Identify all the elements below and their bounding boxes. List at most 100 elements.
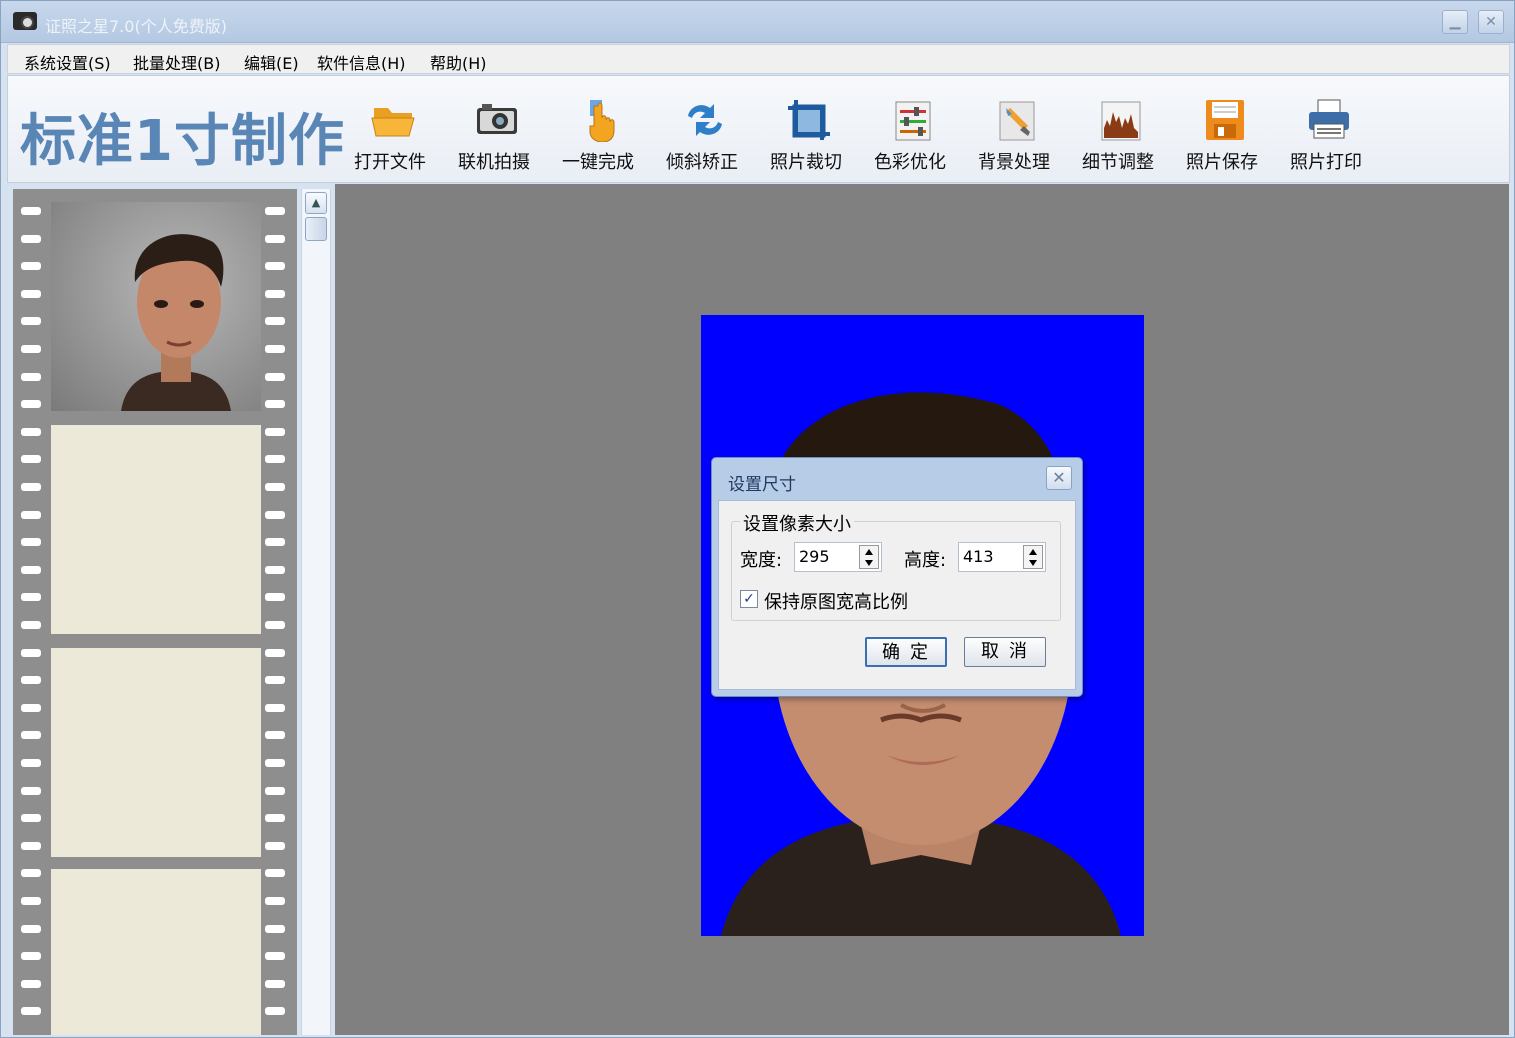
camera-icon (477, 104, 517, 134)
film-sprocket-hole (265, 731, 285, 739)
thumbnail-empty[interactable] (51, 648, 261, 857)
film-sprocket-hole (265, 759, 285, 767)
set-size-dialog: 设置尺寸 ✕ 设置像素大小 宽度: 295 高度: 413 ✓ 保持原图宽高比例… (711, 457, 1083, 697)
film-sprocket-hole (265, 704, 285, 712)
camera-capture-button[interactable]: 联机拍摄 (446, 94, 542, 174)
film-sprocket-hole (21, 373, 41, 381)
menu-edit[interactable]: 编辑(E) (244, 50, 299, 74)
film-sprocket-hole (265, 897, 285, 905)
close-window-button[interactable]: ✕ (1478, 10, 1504, 34)
open-file-button[interactable]: 打开文件 (342, 94, 438, 174)
film-sprocket-hole (265, 511, 285, 519)
color-sliders-icon (895, 101, 931, 141)
rotate-arrows-icon (688, 104, 722, 136)
scroll-up-button[interactable]: ▲ (305, 192, 327, 214)
tool-label: 打开文件 (354, 152, 426, 173)
folder-icon (371, 108, 415, 137)
film-sprocket-hole (21, 814, 41, 822)
toolbar: 标准1寸制作 打开文件 联机拍摄 一键完成 倾斜矫正 照片裁切 色彩优化 背景处… (7, 75, 1510, 183)
thumbnail-empty[interactable] (51, 425, 261, 634)
width-spinbox[interactable]: 295 (794, 542, 882, 572)
menu-help[interactable]: 帮助(H) (430, 50, 487, 74)
film-sprocket-hole (21, 455, 41, 463)
paint-brush-icon (999, 101, 1035, 141)
film-sprocket-hole (265, 400, 285, 408)
film-sprocket-hole (21, 704, 41, 712)
width-spin-arrows[interactable] (859, 545, 879, 569)
menu-bar: 系统设置(S) 批量处理(B) 编辑(E) 软件信息(H) 帮助(H) (7, 44, 1510, 74)
tool-label: 照片保存 (1186, 152, 1258, 173)
printer-icon (1309, 99, 1349, 139)
photo-crop-button[interactable]: 照片裁切 (758, 94, 854, 174)
color-optimize-button[interactable]: 色彩优化 (862, 94, 958, 174)
film-sprocket-hole (265, 345, 285, 353)
film-sprocket-hole (21, 676, 41, 684)
pixel-size-group: 设置像素大小 宽度: 295 高度: 413 ✓ 保持原图宽高比例 (731, 510, 1061, 621)
photo-print-button[interactable]: 照片打印 (1278, 94, 1374, 174)
height-value: 413 (963, 547, 994, 566)
detail-adjust-button[interactable]: 细节调整 (1070, 94, 1166, 174)
film-sprocket-hole (21, 925, 41, 933)
film-sprocket-hole (21, 787, 41, 795)
film-sprocket-hole (265, 262, 285, 270)
mode-title: 标准1寸制作 (20, 109, 345, 174)
film-sprocket-hole (21, 1007, 41, 1015)
thumbnail-portrait[interactable] (51, 202, 261, 411)
film-sprocket-hole (265, 925, 285, 933)
film-sprocket-hole (21, 869, 41, 877)
tool-label: 细节调整 (1082, 152, 1154, 173)
tool-label: 一键完成 (562, 152, 634, 173)
minimize-button[interactable]: ▁ (1442, 10, 1468, 34)
film-sprocket-hole (265, 952, 285, 960)
tilt-correct-button[interactable]: 倾斜矫正 (654, 94, 750, 174)
one-click-button[interactable]: 一键完成 (550, 94, 646, 174)
tool-label: 背景处理 (978, 152, 1050, 173)
film-sprocket-hole (265, 842, 285, 850)
film-sprocket-hole (265, 455, 285, 463)
portrait-thumbnail-image (121, 234, 231, 411)
filmstrip-scrollbar[interactable]: ▲ (301, 189, 331, 1035)
film-sprocket-hole (21, 566, 41, 574)
menu-software-info[interactable]: 软件信息(H) (317, 50, 406, 74)
film-sprocket-hole (21, 897, 41, 905)
film-sprocket-hole (265, 869, 285, 877)
ok-button[interactable]: 确定 (865, 637, 947, 667)
tool-label: 照片打印 (1290, 152, 1362, 173)
film-sprocket-hole (265, 649, 285, 657)
window-title: 证照之星7.0(个人免费版) (45, 17, 227, 36)
keep-ratio-checkbox[interactable]: ✓ (740, 590, 758, 608)
dialog-close-button[interactable]: ✕ (1046, 466, 1072, 490)
group-label: 设置像素大小 (740, 510, 854, 536)
histogram-icon (1101, 101, 1141, 141)
cancel-button[interactable]: 取消 (964, 637, 1046, 667)
height-label: 高度: (904, 550, 947, 571)
film-sprocket-hole (265, 317, 285, 325)
thumbnail-empty[interactable] (51, 869, 261, 1035)
height-spinbox[interactable]: 413 (958, 542, 1046, 572)
film-sprocket-hole (265, 207, 285, 215)
film-sprocket-hole (265, 676, 285, 684)
background-process-button[interactable]: 背景处理 (966, 94, 1062, 174)
scroll-thumb[interactable] (305, 217, 327, 241)
menu-batch-processing[interactable]: 批量处理(B) (133, 50, 220, 74)
film-sprocket-hole (265, 593, 285, 601)
menu-system-settings[interactable]: 系统设置(S) (24, 50, 111, 74)
keep-ratio-label[interactable]: 保持原图宽高比例 (764, 588, 908, 614)
photo-save-button[interactable]: 照片保存 (1174, 94, 1270, 174)
height-spin-arrows[interactable] (1023, 545, 1043, 569)
film-sprocket-hole (265, 538, 285, 546)
film-sprocket-hole (21, 759, 41, 767)
film-sprocket-hole (265, 290, 285, 298)
film-sprocket-hole (265, 483, 285, 491)
film-sprocket-hole (265, 1007, 285, 1015)
film-sprocket-hole (21, 731, 41, 739)
tool-label: 倾斜矫正 (666, 152, 738, 173)
film-sprocket-hole (21, 290, 41, 298)
film-sprocket-hole (21, 207, 41, 215)
title-bar: 证照之星7.0(个人免费版) ▁ ✕ (1, 1, 1514, 43)
film-sprocket-hole (265, 814, 285, 822)
film-sprocket-hole (265, 235, 285, 243)
app-window: 证照之星7.0(个人免费版) ▁ ✕ 系统设置(S) 批量处理(B) 编辑(E)… (0, 0, 1515, 1038)
film-sprocket-hole (21, 345, 41, 353)
thumbnail-filmstrip (13, 189, 297, 1035)
